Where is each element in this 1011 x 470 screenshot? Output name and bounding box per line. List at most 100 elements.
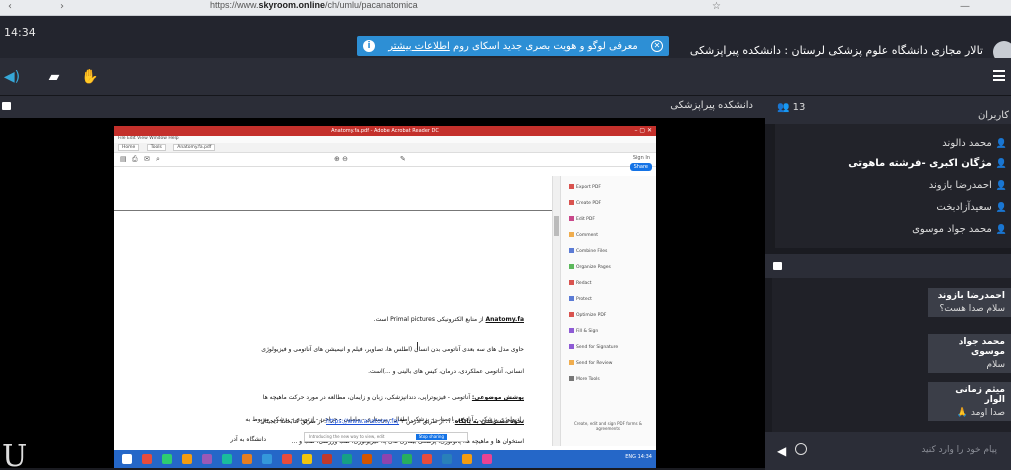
- tool-send-review: Send for Review: [569, 360, 612, 366]
- app-icon: [222, 454, 232, 464]
- tab-tools: Tools: [146, 144, 166, 151]
- pdf-window-title: Anatomy.fa.pdf - Adobe Acrobat Reader DC…: [114, 126, 656, 136]
- tools-pane-footer: Create, edit and sign PDF forms & agreem…: [574, 421, 642, 431]
- room-header: 14:34 ✕ معرفی لوگو و هویت بصری جدید اسکا…: [0, 16, 1011, 63]
- user-item[interactable]: 👤مژگان اکبری -فرشته ماهوتی: [848, 158, 1007, 169]
- chat-message: احمدرضا بازوند سلام صدا هست؟: [928, 288, 1011, 317]
- room-toolbar: ◀) ▰ ✋: [0, 58, 1011, 96]
- chat-message: میثم زمانی الوار صدا اومد 🙏: [928, 382, 1011, 421]
- pdf-text-line: دانشگاه به آدر: [230, 436, 266, 443]
- tool-create-pdf: Create PDF: [569, 200, 601, 206]
- tool-edit-pdf: Edit PDF: [569, 216, 595, 222]
- user-item[interactable]: 👤احمدرضا بازوند: [929, 180, 1007, 191]
- user-icon: 👤: [995, 159, 1007, 169]
- browser-address-bar[interactable]: ‹ › https://www.skyroom.online/ch/umlu/p…: [0, 0, 1011, 16]
- users-list: 👤محمد دالوند 👤مژگان اکبری -فرشته ماهوتی …: [772, 124, 1011, 248]
- stage-title: دانشکده پیراپزشکی: [670, 100, 753, 111]
- speaker-icon[interactable]: ◀): [2, 67, 22, 87]
- bookmark-icon[interactable]: ☆: [712, 1, 721, 12]
- app-icon: [322, 454, 332, 464]
- app-icon: [482, 454, 492, 464]
- menu-icon[interactable]: [993, 70, 1005, 81]
- message-text: سلام: [986, 360, 1005, 370]
- chat-bubble-icon[interactable]: [2, 102, 11, 110]
- user-count: 👥 13: [777, 102, 806, 113]
- user-icon: 👤: [995, 225, 1007, 235]
- chat-input-bar: ◀ پیام خود را وارد کنید: [765, 432, 1011, 470]
- stage-header: دانشکده پیراپزشکی: [0, 96, 765, 118]
- tool-combine-files: Combine Files: [569, 248, 607, 254]
- tool-organize-pages: Organize Pages: [569, 264, 611, 270]
- print-icon: ⎙: [132, 155, 138, 163]
- shared-desktop: Anatomy.fa.pdf - Adobe Acrobat Reader DC…: [114, 126, 656, 468]
- tool-more-tools: More Tools: [569, 376, 600, 382]
- sign-in-link: Sign In: [632, 155, 650, 161]
- zoom-icon: ⊕ ⊖: [334, 155, 348, 163]
- pen-icon: ✎: [400, 155, 406, 163]
- user-item[interactable]: 👤محمد جواد موسوی: [912, 224, 1007, 235]
- send-icon[interactable]: ◀: [777, 444, 786, 458]
- chat-message: محمد جواد موسوی سلام: [928, 334, 1011, 373]
- user-item[interactable]: 👤سعیدآزادبخت: [936, 202, 1007, 213]
- share-button: Share: [629, 163, 652, 171]
- pdf-text-line: انسانی، آناتومی عملکردی، درمان، کیس های …: [368, 368, 524, 375]
- tool-export-pdf: Export PDF: [569, 184, 601, 190]
- tab-home: Home: [118, 144, 140, 151]
- pdf-text-line: پوشش موضوعی: آناتومی - فیزیوتراپی، دندان…: [262, 394, 524, 401]
- user-icon: 👤: [995, 181, 1007, 191]
- pdf-toolbar: ▤ ⎙ ✉ ⌕ ⊕ ⊖ ✎ Sign In Share: [114, 153, 656, 171]
- app-icon: [382, 454, 392, 464]
- minimize-icon[interactable]: —: [960, 1, 970, 12]
- window-controls-icon: – ▢ ✕: [634, 127, 652, 134]
- pdf-scrollbar: [552, 176, 560, 446]
- sharing-notification: Introducing the new way to view, edit St…: [304, 432, 468, 442]
- app-icon: [262, 454, 272, 464]
- emoji-icon[interactable]: [795, 443, 807, 455]
- app-icon: [362, 454, 372, 464]
- browser-url[interactable]: https://www.skyroom.online/ch/umlu/pacan…: [210, 0, 418, 10]
- app-icon: [162, 454, 172, 464]
- text-cursor: [417, 342, 418, 350]
- page-divider: [114, 210, 552, 211]
- tool-optimize-pdf: Optimize PDF: [569, 312, 606, 318]
- clock: 14:34: [4, 26, 36, 39]
- message-sender: میثم زمانی الوار: [955, 385, 1005, 405]
- raise-hand-icon[interactable]: ✋: [80, 67, 100, 87]
- chat-input[interactable]: پیام خود را وارد کنید: [921, 445, 997, 455]
- start-icon: [122, 454, 132, 464]
- forward-icon[interactable]: ›: [60, 1, 64, 12]
- announcement-banner[interactable]: ✕ معرفی لوگو و هویت بصری جدید اسکای روم …: [357, 36, 669, 56]
- app-icon: [402, 454, 412, 464]
- pdf-page: Anatomy.fa از منابع الکترونیکی Primal pi…: [114, 176, 552, 446]
- tool-protect: Protect: [569, 296, 592, 302]
- back-icon[interactable]: ‹: [8, 1, 12, 12]
- app-icon: [342, 454, 352, 464]
- app-root: ‹ › https://www.skyroom.online/ch/umlu/p…: [0, 0, 1011, 470]
- users-header: 👥 13 کاربران: [765, 96, 1011, 124]
- pdf-menubar: File Edit View Window Help: [114, 136, 656, 143]
- app-icon: [282, 454, 292, 464]
- save-icon: ▤: [120, 155, 127, 163]
- user-icon: 👤: [995, 203, 1007, 213]
- announcement-text: معرفی لوگو و هویت بصری جدید اسکای روم اط…: [388, 40, 638, 52]
- users-scrollbar[interactable]: [772, 124, 775, 248]
- message-text: صدا اومد 🙏: [956, 408, 1005, 418]
- message-text: سلام صدا هست؟: [939, 304, 1005, 314]
- stage-corner-letter: U: [2, 439, 28, 470]
- mail-icon: ✉: [144, 155, 150, 163]
- app-icon: [182, 454, 192, 464]
- tool-send-signature: Send for Signature: [569, 344, 618, 350]
- user-item[interactable]: 👤محمد دالوند: [942, 138, 1007, 149]
- more-info-link[interactable]: اطلاعات بیشتر: [388, 41, 450, 52]
- app-icon: [462, 454, 472, 464]
- document-icon[interactable]: ▰: [44, 67, 64, 87]
- pdf-text-line: Anatomy.fa از منابع الکترونیکی Primal pi…: [373, 316, 524, 323]
- pdf-text-line: نحوه دسترسی به پایگاه: ۱. از طریق ادرس h…: [260, 418, 524, 425]
- info-icon: i: [363, 40, 376, 52]
- search-icon: ⌕: [156, 155, 160, 163]
- windows-taskbar: ENG 14:34: [114, 450, 656, 468]
- chat-header: [765, 254, 1011, 278]
- stop-sharing-button: Stop sharing: [415, 434, 447, 440]
- close-icon[interactable]: ✕: [651, 40, 663, 52]
- chat-bubble-icon: [773, 262, 782, 270]
